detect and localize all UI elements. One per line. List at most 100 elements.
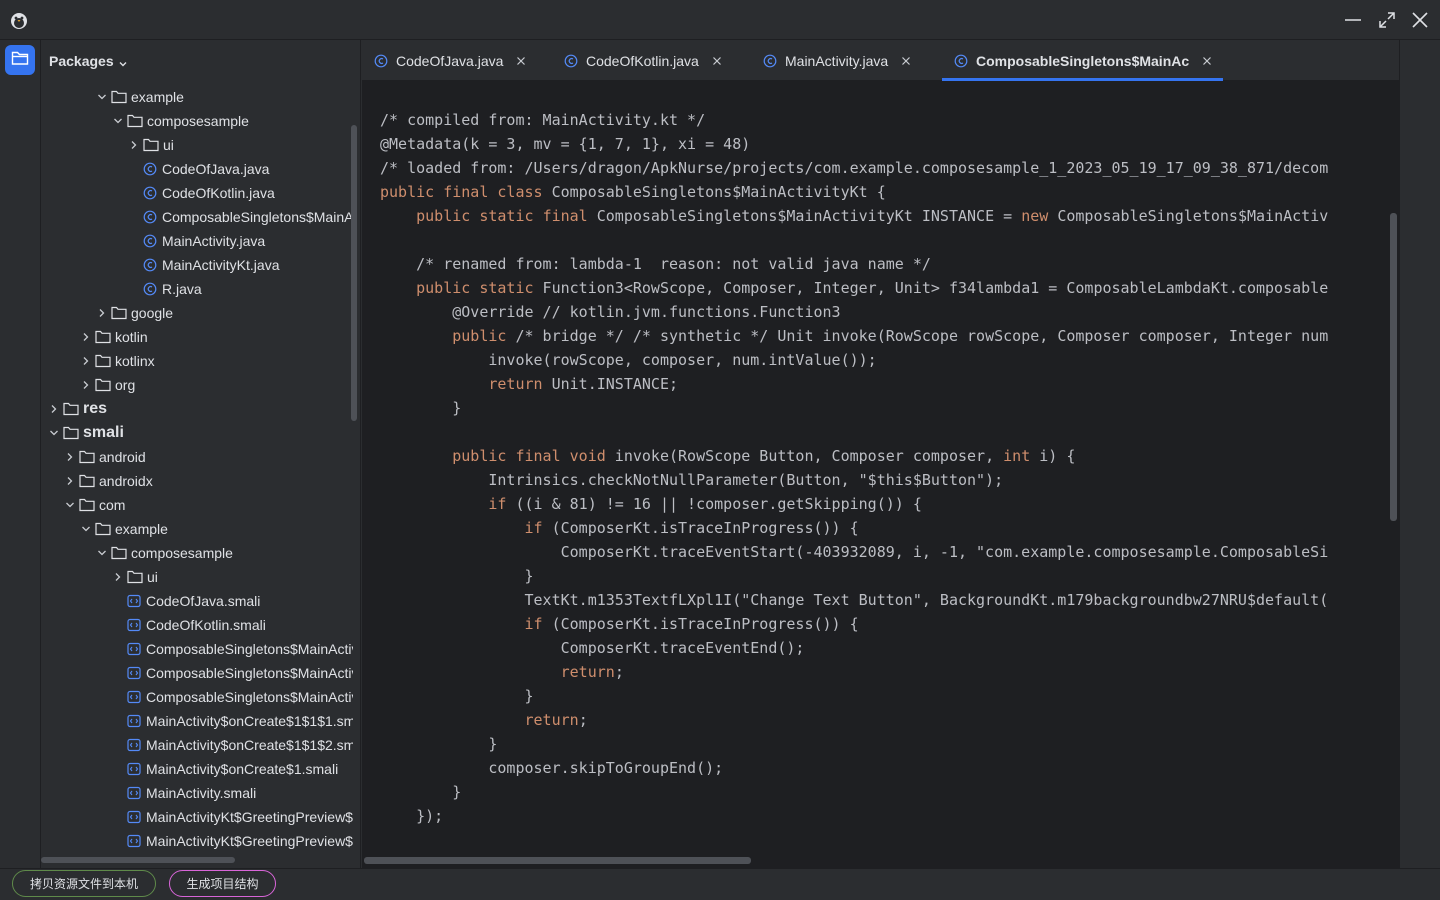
copy-resources-button[interactable]: 拷贝资源文件到本机 [12, 870, 156, 897]
close-icon[interactable] [711, 55, 723, 67]
chevron-right-icon[interactable] [95, 306, 109, 320]
chevron-down-icon[interactable] [111, 114, 125, 128]
tree-file[interactable]: R.java [143, 277, 202, 301]
java-class-icon [143, 162, 157, 176]
tab-label: ComposableSingletons$MainAc [976, 52, 1190, 69]
minimize-icon[interactable] [1341, 8, 1365, 32]
tree-file[interactable]: ComposableSingletons$MainActivityKt$lamb… [127, 685, 353, 709]
tree-folder[interactable]: smali [47, 421, 124, 445]
tree-file[interactable]: MainActivityKt.java [143, 253, 279, 277]
tree-folder[interactable]: androidx [63, 469, 153, 493]
folder-icon [79, 498, 95, 512]
close-icon[interactable] [1201, 55, 1213, 67]
tree-file[interactable]: MainActivity$onCreate$1$1$1.smali [127, 709, 353, 733]
smali-file-icon [127, 762, 141, 776]
chevron-down-icon[interactable] [63, 498, 77, 512]
tree-folder[interactable]: example [95, 85, 184, 109]
folder-icon [11, 50, 29, 71]
editor-tab[interactable]: CodeOfJava.java [374, 40, 527, 81]
close-icon[interactable] [1408, 8, 1432, 32]
editor-tab[interactable]: CodeOfKotlin.java [564, 40, 723, 81]
code-area[interactable]: /* compiled from: MainActivity.kt */ @Met… [380, 108, 1390, 828]
chevron-right-icon[interactable] [47, 402, 61, 416]
tree-item-label: MainActivity$onCreate$1.smali [146, 761, 339, 777]
tree-file[interactable]: ComposableSingletons$MainActivityKt$lamb… [127, 661, 353, 685]
tree-item-label: ComposableSingletons$MainActivityKt.java [162, 209, 353, 225]
tree-folder[interactable]: kotlinx [79, 349, 155, 373]
chevron-right-icon[interactable] [79, 354, 93, 368]
project-tool-button[interactable] [5, 45, 35, 75]
folder-icon [95, 354, 111, 368]
java-class-icon [143, 210, 157, 224]
smali-file-icon [127, 690, 141, 704]
tree-folder[interactable]: ui [127, 133, 174, 157]
panel-header[interactable]: Packages [41, 40, 360, 81]
smali-file-icon [127, 666, 141, 680]
code-line: public final void invoke(RowScope Button… [452, 447, 1076, 465]
code-line: composer.skipToGroupEnd(); [380, 759, 724, 777]
tree-file[interactable]: ComposableSingletons$MainActivityKt.java [143, 205, 353, 229]
tree-folder[interactable]: com [63, 493, 125, 517]
editor-tab[interactable]: ComposableSingletons$MainAc [942, 40, 1224, 81]
editor-tab[interactable]: MainActivity.java [763, 40, 912, 81]
chevron-right-icon[interactable] [127, 138, 141, 152]
chevron-right-icon[interactable] [79, 330, 93, 344]
chevron-right-icon[interactable] [63, 474, 77, 488]
project-panel: com example composesample ui CodeOfJava.java… [41, 40, 361, 868]
tree-file[interactable]: ComposableSingletons$MainActivityKt.smal… [127, 637, 353, 661]
panel-vertical-scrollbar[interactable] [351, 125, 357, 421]
chevron-down-icon[interactable] [47, 426, 61, 440]
tree-file[interactable]: CodeOfJava.smali [127, 589, 260, 613]
editor-vertical-scrollbar[interactable] [1390, 213, 1397, 521]
chevron-right-icon[interactable] [111, 570, 125, 584]
code-line: if (ComposerKt.isTraceInProgress()) { [524, 519, 859, 537]
tree-folder[interactable]: composesample [111, 109, 249, 133]
smali-file-icon [127, 810, 141, 824]
tree-folder[interactable]: kotlin [79, 325, 148, 349]
generate-project-structure-button[interactable]: 生成项目结构 [169, 870, 276, 897]
tree-file[interactable]: MainActivityKt$GreetingPreview$2.smali [127, 829, 353, 853]
tab-label: CodeOfJava.java [396, 52, 504, 69]
chevron-down-icon [118, 56, 128, 66]
editor-horizontal-scrollbar[interactable] [364, 857, 751, 864]
tree-folder[interactable]: org [79, 373, 135, 397]
tree-file[interactable]: CodeOfKotlin.java [143, 181, 275, 205]
maximize-icon[interactable] [1375, 8, 1399, 32]
chevron-down-icon[interactable] [95, 546, 109, 560]
tree-item-label: CodeOfKotlin.smali [146, 617, 266, 633]
tree-folder[interactable]: ui [111, 565, 158, 589]
tree-item-label: res [83, 400, 108, 417]
tree-folder[interactable]: google [95, 301, 173, 325]
smali-file-icon [127, 594, 141, 608]
tree-file[interactable]: MainActivity$onCreate$1$1$2.smali [127, 733, 353, 757]
close-icon[interactable] [515, 55, 527, 67]
java-class-icon [143, 186, 157, 200]
chevron-down-icon[interactable] [79, 522, 93, 536]
tree-item-label: ui [147, 569, 158, 585]
tree-file[interactable]: CodeOfKotlin.smali [127, 613, 266, 637]
tree-file[interactable]: MainActivity.smali [127, 781, 256, 805]
tree-folder[interactable]: android [63, 445, 146, 469]
tree-folder[interactable]: example [79, 517, 168, 541]
tree-file[interactable]: MainActivity$onCreate$1.smali [127, 757, 338, 781]
tree-file[interactable]: MainActivityKt$GreetingPreview$1.smali [127, 805, 353, 829]
panel-horizontal-scrollbar[interactable] [41, 857, 235, 863]
tree-item-label: MainActivity.smali [146, 785, 257, 801]
code-line: TextKt.m1353TextfLXpl1I("Change Text But… [380, 591, 1329, 609]
tree-folder[interactable]: res [47, 397, 107, 421]
tree-item-label: MainActivityKt$GreetingPreview$2.smali [146, 833, 353, 849]
code-line: public final class ComposableSingletons$… [380, 183, 886, 201]
close-icon[interactable] [900, 55, 912, 67]
tree-file[interactable]: MainActivity.java [143, 229, 265, 253]
code-line: ComposerKt.traceEventEnd(); [380, 639, 805, 657]
tree-folder[interactable]: composesample [95, 541, 233, 565]
smali-file-icon [127, 786, 141, 800]
chevron-right-icon[interactable] [63, 450, 77, 464]
chevron-right-icon[interactable] [79, 378, 93, 392]
chevron-down-icon[interactable] [95, 90, 109, 104]
tree-file[interactable]: CodeOfJava.java [143, 157, 269, 181]
file-tree: com example composesample ui CodeOfJava.java… [41, 72, 353, 868]
tree-item-label: ComposableSingletons$MainActivityKt$lamb… [146, 689, 353, 705]
title-bar [0, 0, 1440, 40]
